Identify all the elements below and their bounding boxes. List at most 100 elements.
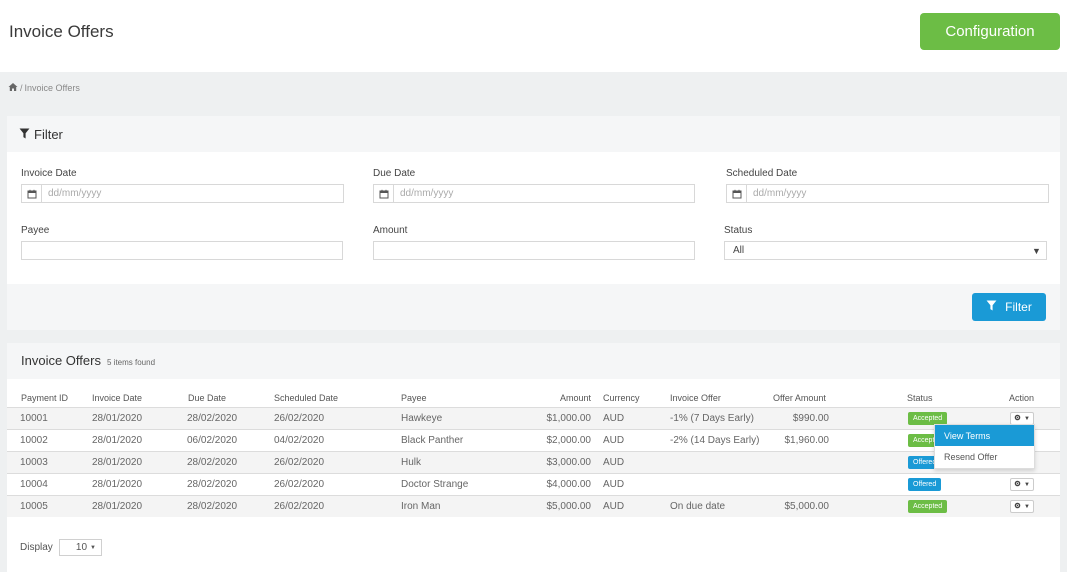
action-menu-button[interactable]: ▼ [1010, 500, 1034, 513]
cell-payment-id: 10005 [20, 501, 48, 512]
caret-down-icon: ▼ [1024, 481, 1030, 488]
invoice-date-field[interactable]: dd/mm/yyyy [21, 184, 344, 203]
cell-due-date: 06/02/2020 [187, 435, 238, 446]
amount-input[interactable] [373, 241, 695, 260]
table-row[interactable]: 10005 28/01/2020 28/02/2020 26/02/2020 I… [7, 495, 1060, 517]
status-badge: Offered [908, 478, 942, 491]
cell-invoice-date: 28/01/2020 [92, 501, 143, 512]
table-title: Invoice Offers [21, 353, 101, 368]
cell-invoice-date: 28/01/2020 [92, 435, 143, 446]
filter-panel: Filter Invoice Date dd/mm/yyyy Due Date … [7, 116, 1060, 330]
payee-input[interactable] [21, 241, 343, 260]
cell-currency: AUD [603, 435, 625, 446]
due-date-label: Due Date [373, 168, 416, 179]
filter-icon [19, 127, 30, 142]
column-header-status: Status [907, 393, 933, 403]
filter-button-label: Filter [1005, 300, 1032, 314]
cell-amount: $4,000.00 [546, 479, 592, 490]
column-header-offer-amount: Offer Amount [773, 393, 826, 403]
column-header-due-date: Due Date [188, 393, 227, 403]
cell-payee: Doctor Strange [401, 479, 469, 490]
table-row[interactable]: 10002 28/01/2020 06/02/2020 04/02/2020 B… [7, 429, 1060, 451]
cell-due-date: 28/02/2020 [187, 479, 238, 490]
cell-amount: $3,000.00 [546, 457, 592, 468]
column-header-amount: Amount [559, 393, 591, 403]
breadcrumb-separator: / [20, 83, 23, 93]
menu-item-resend-offer[interactable]: Resend Offer [935, 446, 1034, 467]
column-header-scheduled-date: Scheduled Date [274, 393, 339, 403]
due-date-field[interactable]: dd/mm/yyyy [373, 184, 695, 203]
page-size-value: 10 [75, 542, 88, 553]
cell-amount: $5,000.00 [546, 501, 592, 512]
cell-currency: AUD [603, 457, 625, 468]
cell-amount: $2,000.00 [546, 435, 592, 446]
cell-scheduled-date: 26/02/2020 [274, 479, 325, 490]
action-dropdown-menu: View Terms Resend Offer [934, 424, 1035, 469]
table-row[interactable]: 10003 28/01/2020 28/02/2020 26/02/2020 H… [7, 451, 1060, 473]
cell-currency: AUD [603, 413, 625, 424]
amount-label: Amount [373, 225, 408, 236]
invoice-date-placeholder: dd/mm/yyyy [48, 188, 102, 199]
calendar-icon[interactable] [727, 185, 747, 202]
cell-invoice-date: 28/01/2020 [92, 413, 143, 424]
cell-offer-amount: $1,960.00 [784, 435, 830, 446]
filter-header: Filter [7, 116, 1060, 152]
page-size-select[interactable]: 10 ▼ [59, 539, 102, 556]
page-header: Invoice Offers Configuration [0, 0, 1067, 72]
caret-down-icon: ▼ [90, 544, 96, 551]
table-row[interactable]: 10001 28/01/2020 28/02/2020 26/02/2020 H… [7, 407, 1060, 429]
payee-label: Payee [21, 225, 50, 236]
display-label: Display [20, 542, 53, 553]
cell-payee: Iron Man [401, 501, 441, 512]
cell-invoice-date: 28/01/2020 [92, 457, 143, 468]
page-title: Invoice Offers [9, 22, 114, 41]
scheduled-date-field[interactable]: dd/mm/yyyy [726, 184, 1049, 203]
cell-amount: $1,000.00 [546, 413, 592, 424]
cell-invoice-offer: -1% (7 Days Early) [670, 413, 754, 424]
cell-payee: Black Panther [401, 435, 464, 446]
scheduled-date-label: Scheduled Date [726, 168, 798, 179]
cell-currency: AUD [603, 501, 625, 512]
items-count: 5 items found [107, 358, 156, 367]
cell-invoice-date: 28/01/2020 [92, 479, 143, 490]
cell-payment-id: 10003 [20, 457, 48, 468]
column-header-payee: Payee [401, 393, 427, 403]
status-select-value: All [733, 245, 745, 256]
column-header-invoice-date: Invoice Date [92, 393, 143, 403]
cell-payee: Hawkeye [401, 413, 443, 424]
breadcrumb: / Invoice Offers [8, 82, 80, 94]
column-header-payment-id: Payment ID [21, 393, 69, 403]
calendar-icon[interactable] [22, 185, 42, 202]
table-header-bar: Invoice Offers 5 items found [7, 343, 1060, 379]
caret-down-icon: ▼ [1032, 245, 1041, 256]
cell-currency: AUD [603, 479, 625, 490]
invoice-offers-panel: Invoice Offers 5 items found Payment ID … [7, 343, 1060, 572]
cell-due-date: 28/02/2020 [187, 457, 238, 468]
cell-offer-amount: $990.00 [792, 413, 829, 424]
cell-scheduled-date: 26/02/2020 [274, 457, 325, 468]
menu-item-view-terms[interactable]: View Terms [935, 425, 1034, 446]
invoice-date-label: Invoice Date [21, 168, 77, 179]
filter-title-label: Filter [34, 127, 63, 142]
filter-footer: Filter [7, 284, 1060, 330]
gear-icon [1014, 480, 1021, 489]
cell-due-date: 28/02/2020 [187, 413, 238, 424]
caret-down-icon: ▼ [1024, 415, 1030, 422]
status-label: Status [724, 225, 753, 236]
column-header-action: Action [1009, 393, 1035, 403]
filter-title: Filter [19, 127, 63, 142]
action-menu-button[interactable]: ▼ [1010, 478, 1034, 491]
caret-down-icon: ▼ [1024, 503, 1030, 510]
gear-icon [1014, 414, 1021, 423]
column-header-currency: Currency [603, 393, 640, 403]
table-row[interactable]: 10004 28/01/2020 28/02/2020 26/02/2020 D… [7, 473, 1060, 495]
breadcrumb-current: Invoice Offers [24, 83, 80, 93]
calendar-icon[interactable] [374, 185, 394, 202]
filter-button[interactable]: Filter [972, 293, 1046, 321]
cell-scheduled-date: 04/02/2020 [274, 435, 325, 446]
configuration-button[interactable]: Configuration [920, 13, 1060, 50]
status-select[interactable]: All ▼ [724, 241, 1047, 260]
cell-payment-id: 10002 [20, 435, 48, 446]
cell-offer-amount: $5,000.00 [784, 501, 830, 512]
home-icon[interactable] [8, 82, 18, 94]
